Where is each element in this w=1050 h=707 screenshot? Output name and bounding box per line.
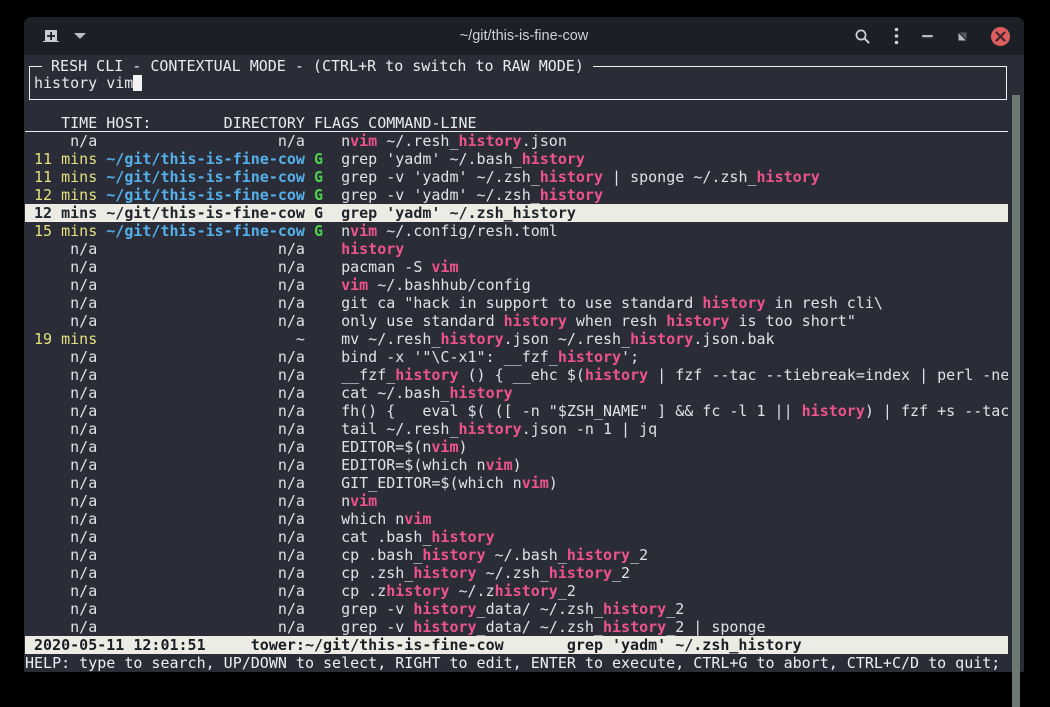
history-row[interactable]: n/a n/a bind -x '"\C-x1": __fzf_history'…: [25, 348, 1008, 366]
help-line: HELP: type to search, UP/DOWN to select,…: [25, 654, 1015, 672]
minimize-button[interactable]: [922, 34, 934, 38]
history-row[interactable]: 19 mins ~ mv ~/.resh_history.json ~/.res…: [25, 330, 1008, 348]
history-row[interactable]: n/a n/a EDITOR=$(nvim): [25, 438, 1008, 456]
history-row-selected[interactable]: 12 mins ~/git/this-is-fine-cow G grep 'y…: [25, 204, 1008, 222]
history-row[interactable]: n/a n/a cat .bash_history: [25, 528, 1008, 546]
history-row[interactable]: n/a n/a grep -v history_data/ ~/.zsh_his…: [25, 618, 1008, 636]
search-query-text: history vim: [34, 74, 133, 92]
search-icon: [854, 28, 871, 45]
history-rows: n/a n/a nvim ~/.resh_history.json 11 min…: [25, 132, 1008, 636]
history-row[interactable]: n/a n/a which nvim: [25, 510, 1008, 528]
history-row[interactable]: n/a n/a __fzf_history () { __ehc $(histo…: [25, 366, 1008, 384]
history-row[interactable]: n/a n/a git ca "hack in support to use s…: [25, 294, 1008, 312]
terminal-content: RESH CLI - CONTEXTUAL MODE - (CTRL+R to …: [24, 55, 1024, 672]
history-row[interactable]: n/a n/a vim ~/.bashhub/config: [25, 276, 1008, 294]
resh-search-box[interactable]: RESH CLI - CONTEXTUAL MODE - (CTRL+R to …: [29, 66, 1007, 100]
text-cursor: [133, 75, 142, 91]
history-row[interactable]: n/a n/a grep -v history_data/ ~/.zsh_his…: [25, 600, 1008, 618]
terminal-window: ~/git/this-is-fine-cow: [24, 17, 1024, 672]
table-header: TIME HOST: DIRECTORY FLAGS COMMAND-LINE: [25, 114, 1008, 132]
history-row[interactable]: n/a n/a cp .zhistory ~/.zhistory_2: [25, 582, 1008, 600]
history-row[interactable]: n/a n/a pacman -S vim: [25, 258, 1008, 276]
history-row[interactable]: n/a n/a tail ~/.resh_history.json -n 1 |…: [25, 420, 1008, 438]
close-icon: [995, 31, 1006, 42]
search-input[interactable]: history vim: [34, 74, 142, 92]
restore-button[interactable]: [957, 31, 968, 42]
search-button[interactable]: [854, 28, 871, 45]
history-row[interactable]: 11 mins ~/git/this-is-fine-cow G grep -v…: [25, 168, 1008, 186]
resh-mode-title: RESH CLI - CONTEXTUAL MODE - (CTRL+R to …: [42, 57, 593, 75]
restore-icon: [957, 31, 968, 42]
history-row[interactable]: 12 mins ~/git/this-is-fine-cow G grep -v…: [25, 186, 1008, 204]
history-row[interactable]: 11 mins ~/git/this-is-fine-cow G grep 'y…: [25, 150, 1008, 168]
close-button[interactable]: [991, 27, 1010, 46]
history-row[interactable]: n/a n/a only use standard history when r…: [25, 312, 1008, 330]
history-row[interactable]: n/a n/a nvim: [25, 492, 1008, 510]
history-row[interactable]: n/a n/a cp .bash_history ~/.bash_history…: [25, 546, 1008, 564]
history-row[interactable]: n/a n/a cat ~/.bash_history: [25, 384, 1008, 402]
history-row[interactable]: n/a n/a EDITOR=$(which nvim): [25, 456, 1008, 474]
scrollbar[interactable]: [1012, 95, 1020, 707]
menu-button[interactable]: [894, 27, 899, 45]
history-row[interactable]: n/a n/a history: [25, 240, 1008, 258]
history-row[interactable]: n/a n/a cp .zsh_history ~/.zsh_history_2: [25, 564, 1008, 582]
minimize-icon: [922, 34, 934, 38]
history-row[interactable]: n/a n/a nvim ~/.resh_history.json: [25, 132, 1008, 150]
status-bar: 2020-05-11 12:01:51 tower:~/git/this-is-…: [25, 636, 1008, 654]
history-row[interactable]: 15 mins ~/git/this-is-fine-cow G nvim ~/…: [25, 222, 1008, 240]
titlebar: ~/git/this-is-fine-cow: [24, 17, 1024, 55]
kebab-menu-icon: [894, 27, 899, 45]
history-table: TIME HOST: DIRECTORY FLAGS COMMAND-LINE …: [25, 114, 1008, 636]
history-row[interactable]: n/a n/a fh() { eval $( ([ -n "$ZSH_NAME"…: [25, 402, 1008, 420]
history-row[interactable]: n/a n/a GIT_EDITOR=$(which nvim): [25, 474, 1008, 492]
